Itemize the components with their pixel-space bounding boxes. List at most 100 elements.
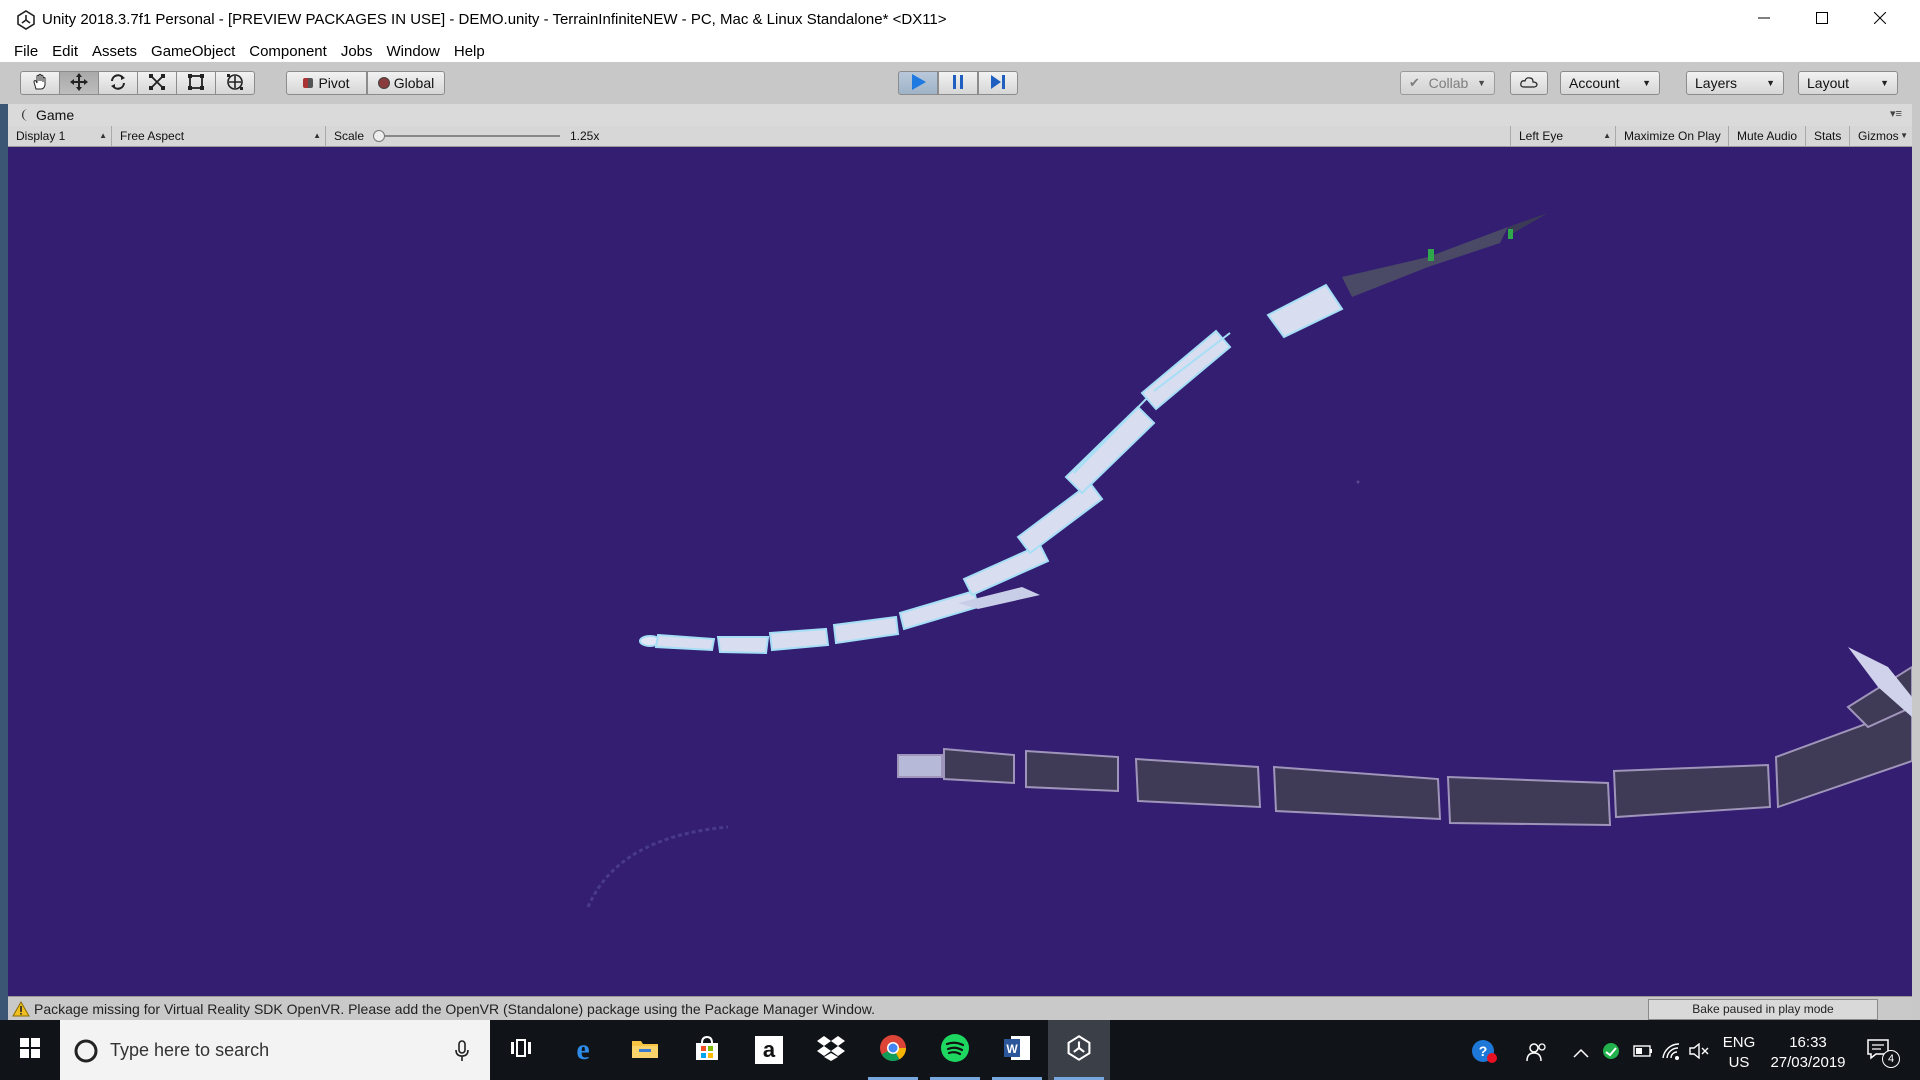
- taskbar-search[interactable]: Type here to search: [60, 1020, 490, 1080]
- transform-tool-icon: [225, 72, 245, 95]
- menu-file[interactable]: File: [7, 43, 45, 60]
- eye-select[interactable]: Left Eye ▲: [1510, 126, 1616, 146]
- gizmos-label: Gizmos: [1858, 129, 1899, 143]
- network-button[interactable]: [1661, 1042, 1683, 1065]
- chevron-up-icon: [1573, 1045, 1589, 1062]
- pivot-toggle[interactable]: Pivot: [286, 71, 367, 95]
- scale-control: Scale 1.25x: [326, 126, 1516, 146]
- tab-game[interactable]: Game: [36, 104, 74, 126]
- scale-label: Scale: [334, 129, 365, 143]
- taskbar-unity[interactable]: [1048, 1020, 1110, 1080]
- transform-tool-button[interactable]: [215, 71, 255, 95]
- layers-dropdown[interactable]: Layers ▼: [1686, 71, 1784, 95]
- task-view-button[interactable]: [490, 1020, 552, 1080]
- edge-icon: e: [576, 1033, 590, 1066]
- wifi-icon: [1661, 1043, 1683, 1064]
- warning-icon: [12, 1000, 30, 1020]
- menu-help[interactable]: Help: [447, 43, 492, 60]
- menu-assets[interactable]: Assets: [85, 43, 144, 60]
- taskbar-word[interactable]: W: [986, 1020, 1048, 1080]
- minimize-icon: [1758, 11, 1770, 29]
- volume-button[interactable]: [1689, 1042, 1711, 1064]
- taskbar-file-explorer[interactable]: [614, 1020, 676, 1080]
- check-icon: ✔: [1409, 75, 1420, 90]
- taskbar-chrome[interactable]: [862, 1020, 924, 1080]
- layout-dropdown[interactable]: Layout ▼: [1798, 71, 1898, 95]
- search-placeholder: Type here to search: [110, 1040, 270, 1060]
- action-center-button[interactable]: 4: [1866, 1038, 1902, 1068]
- tab-menu-icon[interactable]: ▾≡: [1890, 107, 1902, 120]
- eye-label: Left Eye: [1519, 129, 1564, 143]
- taskbar-edge[interactable]: e: [552, 1020, 614, 1080]
- microphone-icon[interactable]: [454, 1040, 470, 1067]
- chevron-down-icon: ▼: [1642, 78, 1651, 88]
- scale-slider-track[interactable]: [374, 135, 560, 137]
- aspect-select[interactable]: Free Aspect ▲: [112, 126, 326, 146]
- pivot-icon: [303, 78, 314, 88]
- amazon-icon: a: [755, 1036, 783, 1064]
- cloud-icon: [1519, 75, 1539, 92]
- rotate-tool-button[interactable]: [98, 71, 138, 95]
- hand-tool-button[interactable]: [20, 71, 60, 95]
- background-strip: [0, 104, 8, 1020]
- taskbar-amazon[interactable]: a: [738, 1020, 800, 1080]
- scale-tool-button[interactable]: [137, 71, 177, 95]
- taskbar-store[interactable]: [676, 1020, 738, 1080]
- game-viewport[interactable]: [8, 147, 1912, 996]
- global-toggle[interactable]: Global: [367, 71, 445, 95]
- unity-icon: [1066, 1034, 1092, 1066]
- updown-arrows-icon: ▲: [1603, 131, 1611, 140]
- gizmos-dropdown[interactable]: Gizmos ▼: [1850, 126, 1912, 146]
- rotate-tool-icon: [108, 72, 128, 95]
- volume-muted-icon: [1689, 1042, 1711, 1063]
- clock-time: 16:33: [1789, 1034, 1827, 1051]
- menu-edit[interactable]: Edit: [45, 43, 85, 60]
- chevron-down-icon: ▼: [1766, 78, 1775, 88]
- file-explorer-icon: [631, 1037, 659, 1064]
- taskbar-spotify[interactable]: [924, 1020, 986, 1080]
- pause-button[interactable]: [938, 71, 978, 95]
- pivot-label: Pivot: [318, 75, 350, 91]
- help-tray-button[interactable]: ?: [1470, 1038, 1498, 1069]
- display-select[interactable]: Display 1 ▲: [8, 126, 112, 146]
- scale-tool-icon: [147, 72, 167, 95]
- battery-button[interactable]: [1631, 1044, 1653, 1063]
- minimize-button[interactable]: [1735, 0, 1793, 40]
- onedrive-tray-button[interactable]: [1600, 1042, 1622, 1065]
- collab-label: Collab: [1428, 75, 1469, 91]
- menu-gameobject[interactable]: GameObject: [144, 43, 242, 60]
- status-bar: Package missing for Virtual Reality SDK …: [8, 996, 1912, 1021]
- scene-render: [586, 213, 1912, 908]
- play-button[interactable]: [898, 71, 938, 95]
- step-button[interactable]: [978, 71, 1018, 95]
- people-button[interactable]: [1526, 1042, 1548, 1067]
- mute-audio-toggle[interactable]: Mute Audio: [1729, 126, 1806, 146]
- status-message[interactable]: Package missing for Virtual Reality SDK …: [34, 997, 875, 1021]
- close-button[interactable]: [1851, 0, 1909, 40]
- cloud-button[interactable]: [1510, 71, 1548, 95]
- menu-window[interactable]: Window: [380, 43, 447, 60]
- account-dropdown[interactable]: Account ▼: [1560, 71, 1660, 95]
- move-tool-button[interactable]: [59, 71, 99, 95]
- window-title: Unity 2018.3.7f1 Personal - [PREVIEW PAC…: [42, 11, 947, 28]
- pause-icon: [949, 73, 967, 94]
- clock[interactable]: 16:33 27/03/2019: [1766, 1034, 1850, 1071]
- scale-slider-thumb[interactable]: [372, 130, 385, 142]
- collab-dropdown[interactable]: ✔ Collab ▼: [1400, 71, 1495, 95]
- input-language[interactable]: ENG US: [1718, 1034, 1760, 1071]
- menu-component[interactable]: Component: [242, 43, 334, 60]
- help-icon: ?: [1470, 1040, 1498, 1068]
- faint-arc: [586, 825, 729, 908]
- move-tool-icon: [69, 72, 89, 95]
- stats-toggle[interactable]: Stats: [1806, 126, 1850, 146]
- taskbar-dropbox[interactable]: [800, 1020, 862, 1080]
- title-bar: Unity 2018.3.7f1 Personal - [PREVIEW PAC…: [0, 0, 1920, 40]
- rect-tool-button[interactable]: [176, 71, 216, 95]
- chrome-icon: [879, 1034, 907, 1067]
- maximize-on-play-toggle[interactable]: Maximize On Play: [1616, 126, 1729, 146]
- menu-jobs[interactable]: Jobs: [334, 43, 380, 60]
- show-hidden-icons-button[interactable]: [1573, 1045, 1589, 1063]
- maximize-button[interactable]: [1793, 0, 1851, 40]
- global-label: Global: [393, 75, 435, 91]
- start-button[interactable]: [0, 1020, 60, 1080]
